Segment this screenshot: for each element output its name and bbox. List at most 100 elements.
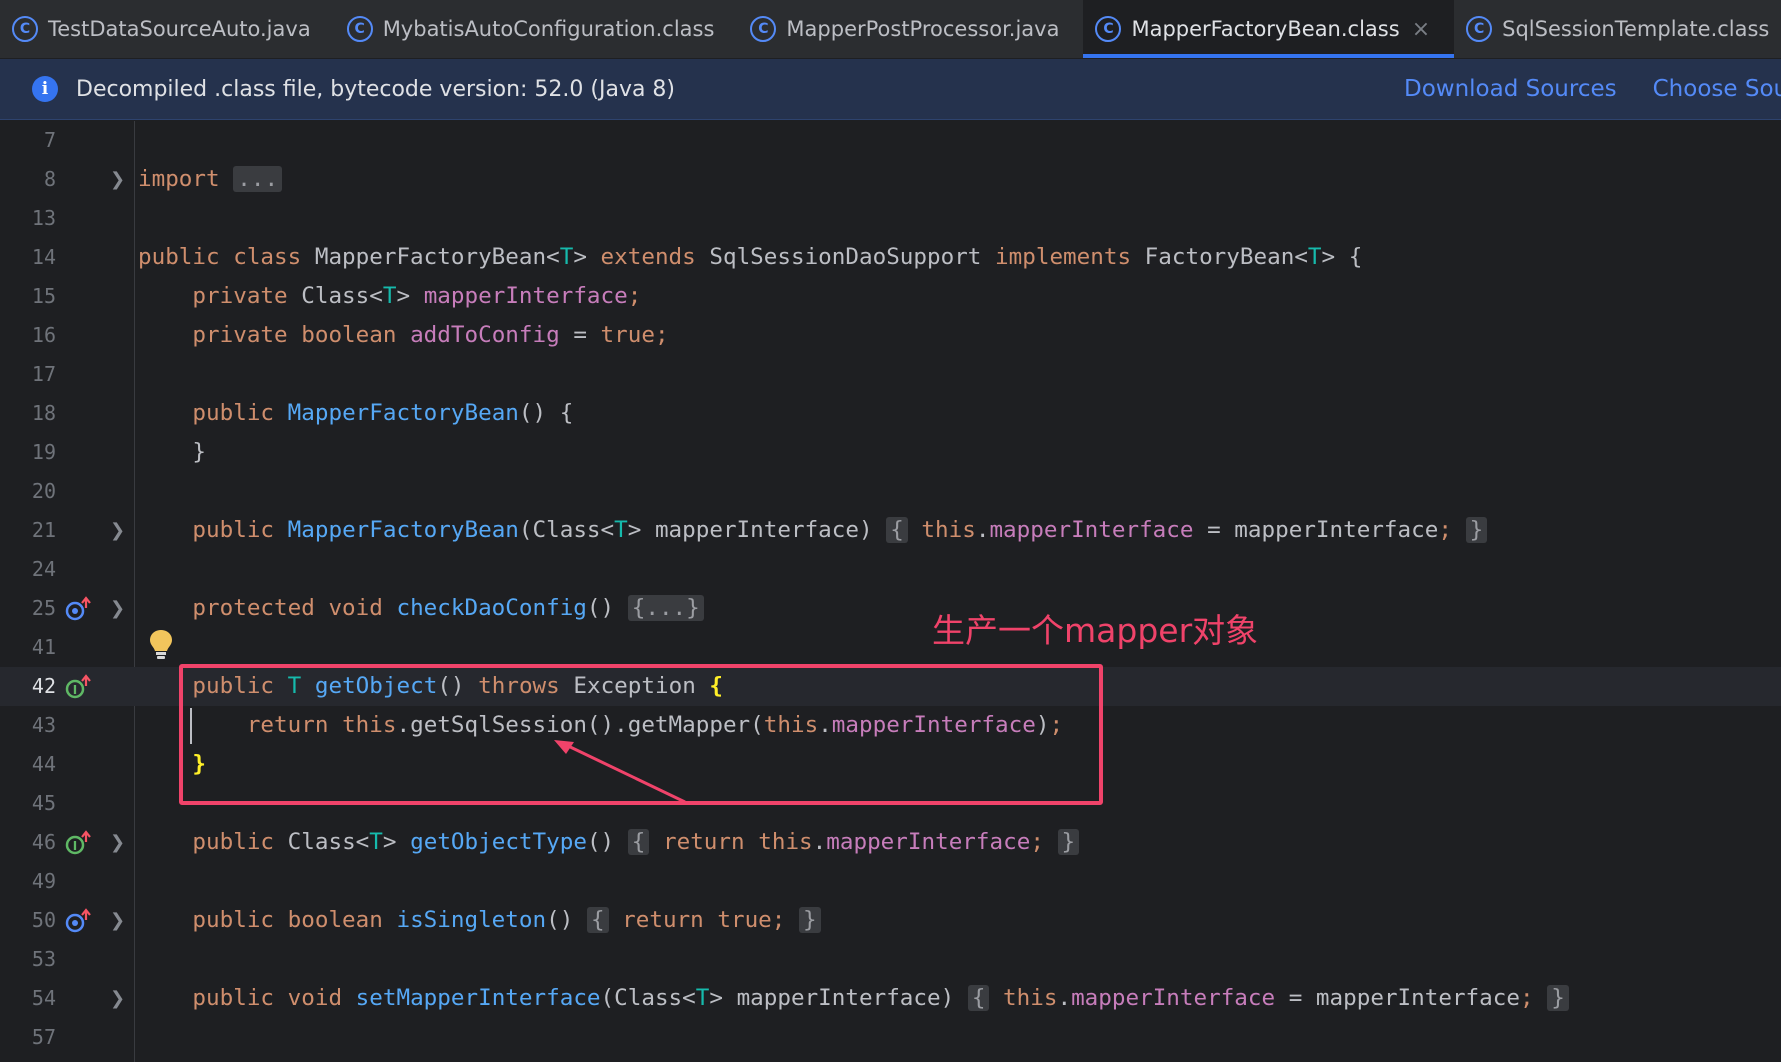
keyword: return bbox=[246, 712, 329, 738]
tab-sqlsessiontemplate[interactable]: C SqlSessionTemplate.class bbox=[1454, 0, 1781, 58]
tab-label: TestDataSourceAuto.java bbox=[48, 17, 311, 41]
line-number: 8 bbox=[43, 167, 56, 191]
fold-chevron-icon[interactable]: ❯ bbox=[110, 511, 125, 550]
code-token: > { bbox=[1321, 244, 1363, 270]
banner-message: Decompiled .class file, bytecode version… bbox=[76, 76, 676, 102]
folded-brace[interactable]: } bbox=[799, 907, 821, 933]
code-line-current: 42 I public T getObject() throws Excepti… bbox=[0, 667, 1781, 706]
code-line: 49 bbox=[0, 862, 1781, 901]
field-name: mapperInterface bbox=[1071, 985, 1276, 1011]
fold-chevron-icon[interactable]: ❯ bbox=[110, 589, 125, 628]
code-line: 13 bbox=[0, 199, 1781, 238]
code-line: 45 bbox=[0, 784, 1781, 823]
fold-chevron-icon[interactable]: ❯ bbox=[110, 901, 125, 940]
superclass-name: SqlSessionDaoSupport bbox=[709, 244, 982, 270]
keyword: implements bbox=[995, 244, 1132, 270]
code-token: ; bbox=[1519, 985, 1534, 1011]
decompiled-banner: i Decompiled .class file, bytecode versi… bbox=[0, 59, 1781, 120]
type-param: T bbox=[559, 244, 574, 270]
overrides-method-icon[interactable] bbox=[64, 908, 94, 934]
fold-chevron-icon[interactable]: ❯ bbox=[110, 823, 125, 862]
matched-brace: } bbox=[192, 751, 207, 777]
folded-brace[interactable]: } bbox=[1057, 829, 1080, 855]
close-icon[interactable]: × bbox=[1412, 17, 1430, 42]
implements-method-icon[interactable]: I bbox=[64, 830, 94, 856]
folded-region[interactable]: {...} bbox=[627, 595, 704, 621]
fold-chevron-icon[interactable]: ❯ bbox=[110, 979, 125, 1018]
keyword: public bbox=[192, 400, 275, 426]
code-line: 41 bbox=[0, 628, 1781, 667]
code-token: > mapperInterface) bbox=[627, 517, 873, 543]
overrides-method-icon[interactable] bbox=[64, 596, 94, 622]
code-token: = mapperInterface bbox=[1275, 985, 1520, 1011]
folded-brace[interactable]: } bbox=[1465, 517, 1488, 543]
field-name: mapperInterface bbox=[826, 829, 1031, 855]
code-token: ; bbox=[654, 322, 669, 348]
keyword: public bbox=[192, 517, 275, 543]
code-line: 19 } bbox=[0, 433, 1781, 472]
code-token: . bbox=[812, 829, 827, 855]
keyword: throws bbox=[478, 673, 560, 699]
line-number: 54 bbox=[31, 986, 56, 1010]
keyword: this bbox=[921, 517, 976, 543]
code-token: Class< bbox=[301, 283, 383, 309]
line-number: 19 bbox=[31, 440, 56, 464]
method-name: getObjectType bbox=[410, 829, 587, 855]
code-editor[interactable]: 7 8 ❯ import ... 13 14 public class Mapp… bbox=[0, 121, 1781, 1062]
code-token: > bbox=[382, 829, 411, 855]
tab-mapperfactorybean[interactable]: C MapperFactoryBean.class × bbox=[1083, 0, 1455, 58]
folded-brace[interactable]: { bbox=[886, 517, 908, 543]
code-token: () { bbox=[518, 400, 574, 426]
interface-name: FactoryBean bbox=[1144, 244, 1295, 270]
folded-brace[interactable]: { bbox=[627, 829, 650, 855]
code-token: ; bbox=[627, 283, 642, 309]
code-token: ; bbox=[1438, 517, 1452, 543]
code-token: ; bbox=[1030, 829, 1044, 855]
tab-testdatasourceauto[interactable]: C TestDataSourceAuto.java bbox=[0, 0, 335, 58]
keyword: public bbox=[192, 829, 275, 855]
code-token: () bbox=[546, 907, 574, 933]
type-param: T bbox=[369, 829, 383, 855]
folded-brace[interactable]: { bbox=[586, 907, 609, 933]
folded-brace[interactable]: { bbox=[967, 985, 990, 1011]
code-line: 14 public class MapperFactoryBean<T> ext… bbox=[0, 238, 1781, 277]
keyword: public bbox=[192, 673, 275, 699]
code-line: 15 private Class<T> mapperInterface; bbox=[0, 277, 1781, 316]
fold-chevron-icon[interactable]: ❯ bbox=[110, 160, 125, 199]
folded-region[interactable]: ... bbox=[233, 166, 283, 192]
method-name: setMapperInterface bbox=[355, 985, 601, 1011]
tab-mybatisautoconfiguration[interactable]: C MybatisAutoConfiguration.class bbox=[335, 0, 739, 58]
method-name: MapperFactoryBean bbox=[287, 517, 519, 543]
line-number: 20 bbox=[31, 479, 56, 503]
line-number: 13 bbox=[31, 206, 56, 230]
line-number: 24 bbox=[31, 557, 56, 581]
folded-brace[interactable]: } bbox=[1547, 985, 1569, 1011]
tab-label: MapperFactoryBean.class bbox=[1131, 17, 1400, 41]
keyword: private bbox=[192, 283, 288, 309]
class-name: MapperFactoryBean bbox=[314, 244, 547, 270]
type-param: T bbox=[382, 283, 397, 309]
download-sources-link[interactable]: Download Sources bbox=[1404, 76, 1617, 102]
code-token: > bbox=[396, 283, 424, 309]
tab-mapperpostprocessor[interactable]: C MapperPostProcessor.java bbox=[738, 0, 1083, 58]
choose-sources-link[interactable]: Choose Sources... bbox=[1653, 76, 1781, 102]
line-number: 50 bbox=[31, 908, 56, 932]
code-line: 43 return this.getSqlSession().getMapper… bbox=[0, 706, 1781, 745]
implements-method-icon[interactable]: I bbox=[64, 674, 94, 700]
class-icon: C bbox=[346, 16, 373, 42]
editor-tab-bar: C TestDataSourceAuto.java C MybatisAutoC… bbox=[0, 0, 1781, 59]
matched-brace: { bbox=[709, 673, 724, 699]
keyword: import bbox=[138, 166, 220, 192]
lightbulb-icon[interactable] bbox=[148, 628, 174, 662]
code-token: ; bbox=[1049, 712, 1064, 738]
code-line: 24 bbox=[0, 550, 1781, 589]
line-number: 7 bbox=[43, 128, 56, 152]
code-token: = bbox=[559, 322, 601, 348]
keyword: this bbox=[1003, 985, 1058, 1011]
code-token: ; bbox=[771, 907, 786, 933]
code-token: < bbox=[1294, 244, 1308, 270]
keyword: protected void bbox=[192, 595, 383, 621]
keyword: public boolean bbox=[192, 907, 383, 933]
type-param: T bbox=[614, 517, 628, 543]
code-token: = mapperInterface bbox=[1193, 517, 1439, 543]
